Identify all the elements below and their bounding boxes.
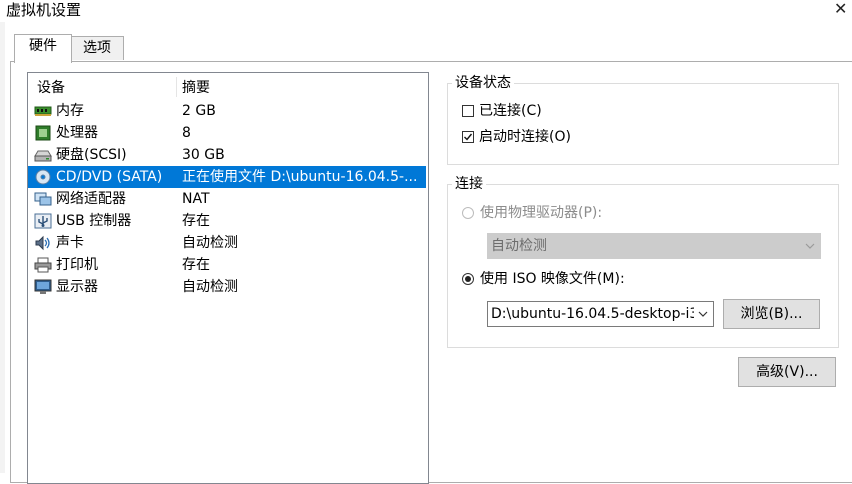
cd-dvd-icon: [34, 169, 52, 185]
window-edge: [0, 22, 5, 473]
device-name: 声卡: [56, 235, 84, 251]
tab-bar: 硬件 选项: [5, 34, 852, 63]
physical-drive-select-value: 自动检测: [491, 238, 547, 254]
device-row-processor[interactable]: 处理器 8: [28, 122, 426, 144]
device-row-network-adapter[interactable]: 网络适配器 NAT: [28, 188, 426, 210]
close-icon[interactable]: ✕: [834, 0, 847, 19]
device-summary: 30 GB: [182, 147, 225, 163]
iso-path-value: D:\ubuntu-16.04.5-desktop-i38: [491, 306, 694, 322]
device-name: USB 控制器: [56, 213, 132, 229]
physical-drive-select[interactable]: 自动检测: [487, 233, 821, 259]
device-name: 硬盘(SCSI): [56, 147, 127, 163]
physical-drive-label[interactable]: 使用物理驱动器(P):: [480, 204, 602, 222]
device-name: CD/DVD (SATA): [56, 169, 163, 185]
device-list[interactable]: 设备 摘要 内存 2 GB 处理器 8 硬盘(SCSI) 30 GB CD/DV…: [27, 72, 429, 484]
device-summary: 自动检测: [182, 235, 238, 251]
device-summary: 自动检测: [182, 279, 238, 295]
checkmark-icon: [464, 133, 473, 141]
chevron-down-icon: [802, 234, 818, 258]
device-name: 内存: [56, 103, 84, 119]
column-header-summary[interactable]: 摘要: [182, 78, 210, 98]
device-summary: 存在: [182, 257, 210, 273]
connect-at-power-on-label[interactable]: 启动时连接(O): [479, 128, 571, 146]
title-bar: 虚拟机设置 ✕: [0, 0, 852, 22]
device-row-display[interactable]: 显示器 自动检测: [28, 276, 426, 298]
device-name: 打印机: [56, 257, 98, 273]
tab-hardware[interactable]: 硬件: [14, 34, 72, 63]
memory-icon: [34, 103, 52, 119]
connected-checkbox[interactable]: [462, 105, 474, 117]
printer-icon: [34, 257, 52, 273]
advanced-button[interactable]: 高级(V)...: [738, 357, 836, 387]
device-summary: NAT: [182, 191, 210, 207]
connection-title: 连接: [452, 176, 486, 192]
column-separator: [176, 77, 177, 97]
hard-disk-icon: [34, 147, 52, 163]
connected-label[interactable]: 已连接(C): [479, 102, 542, 120]
physical-drive-radio[interactable]: [462, 207, 474, 219]
tab-options[interactable]: 选项: [70, 36, 124, 60]
device-row-usb-controller[interactable]: USB 控制器 存在: [28, 210, 426, 232]
iso-path-combobox[interactable]: D:\ubuntu-16.04.5-desktop-i38: [487, 301, 714, 327]
device-name: 网络适配器: [56, 191, 126, 207]
device-row-printer[interactable]: 打印机 存在: [28, 254, 426, 276]
device-row-cd-dvd[interactable]: CD/DVD (SATA) 正在使用文件 D:\ubuntu-16.04.5-.…: [28, 166, 426, 188]
column-header-device[interactable]: 设备: [37, 78, 65, 98]
usb-icon: [34, 213, 52, 229]
device-status-title: 设备状态: [452, 75, 514, 91]
connect-at-power-on-checkbox[interactable]: [462, 131, 474, 143]
device-row-memory[interactable]: 内存 2 GB: [28, 100, 426, 122]
window-title: 虚拟机设置: [6, 1, 82, 19]
device-row-hard-disk[interactable]: 硬盘(SCSI) 30 GB: [28, 144, 426, 166]
browse-button[interactable]: 浏览(B)...: [723, 299, 820, 329]
device-summary: 存在: [182, 213, 210, 229]
display-icon: [34, 279, 52, 295]
device-name: 显示器: [56, 279, 98, 295]
iso-image-label[interactable]: 使用 ISO 映像文件(M):: [480, 270, 625, 288]
device-summary: 2 GB: [182, 103, 216, 119]
device-row-sound-card[interactable]: 声卡 自动检测: [28, 232, 426, 254]
device-summary: 8: [182, 125, 191, 141]
iso-image-radio[interactable]: [462, 273, 474, 285]
device-name: 处理器: [56, 125, 98, 141]
device-status-group: [447, 83, 839, 165]
device-summary: 正在使用文件 D:\ubuntu-16.04.5-...: [182, 169, 418, 185]
processor-icon: [34, 125, 52, 141]
radio-dot: [465, 276, 471, 282]
chevron-down-icon[interactable]: [695, 302, 711, 326]
network-adapter-icon: [34, 191, 52, 207]
sound-card-icon: [34, 235, 52, 251]
